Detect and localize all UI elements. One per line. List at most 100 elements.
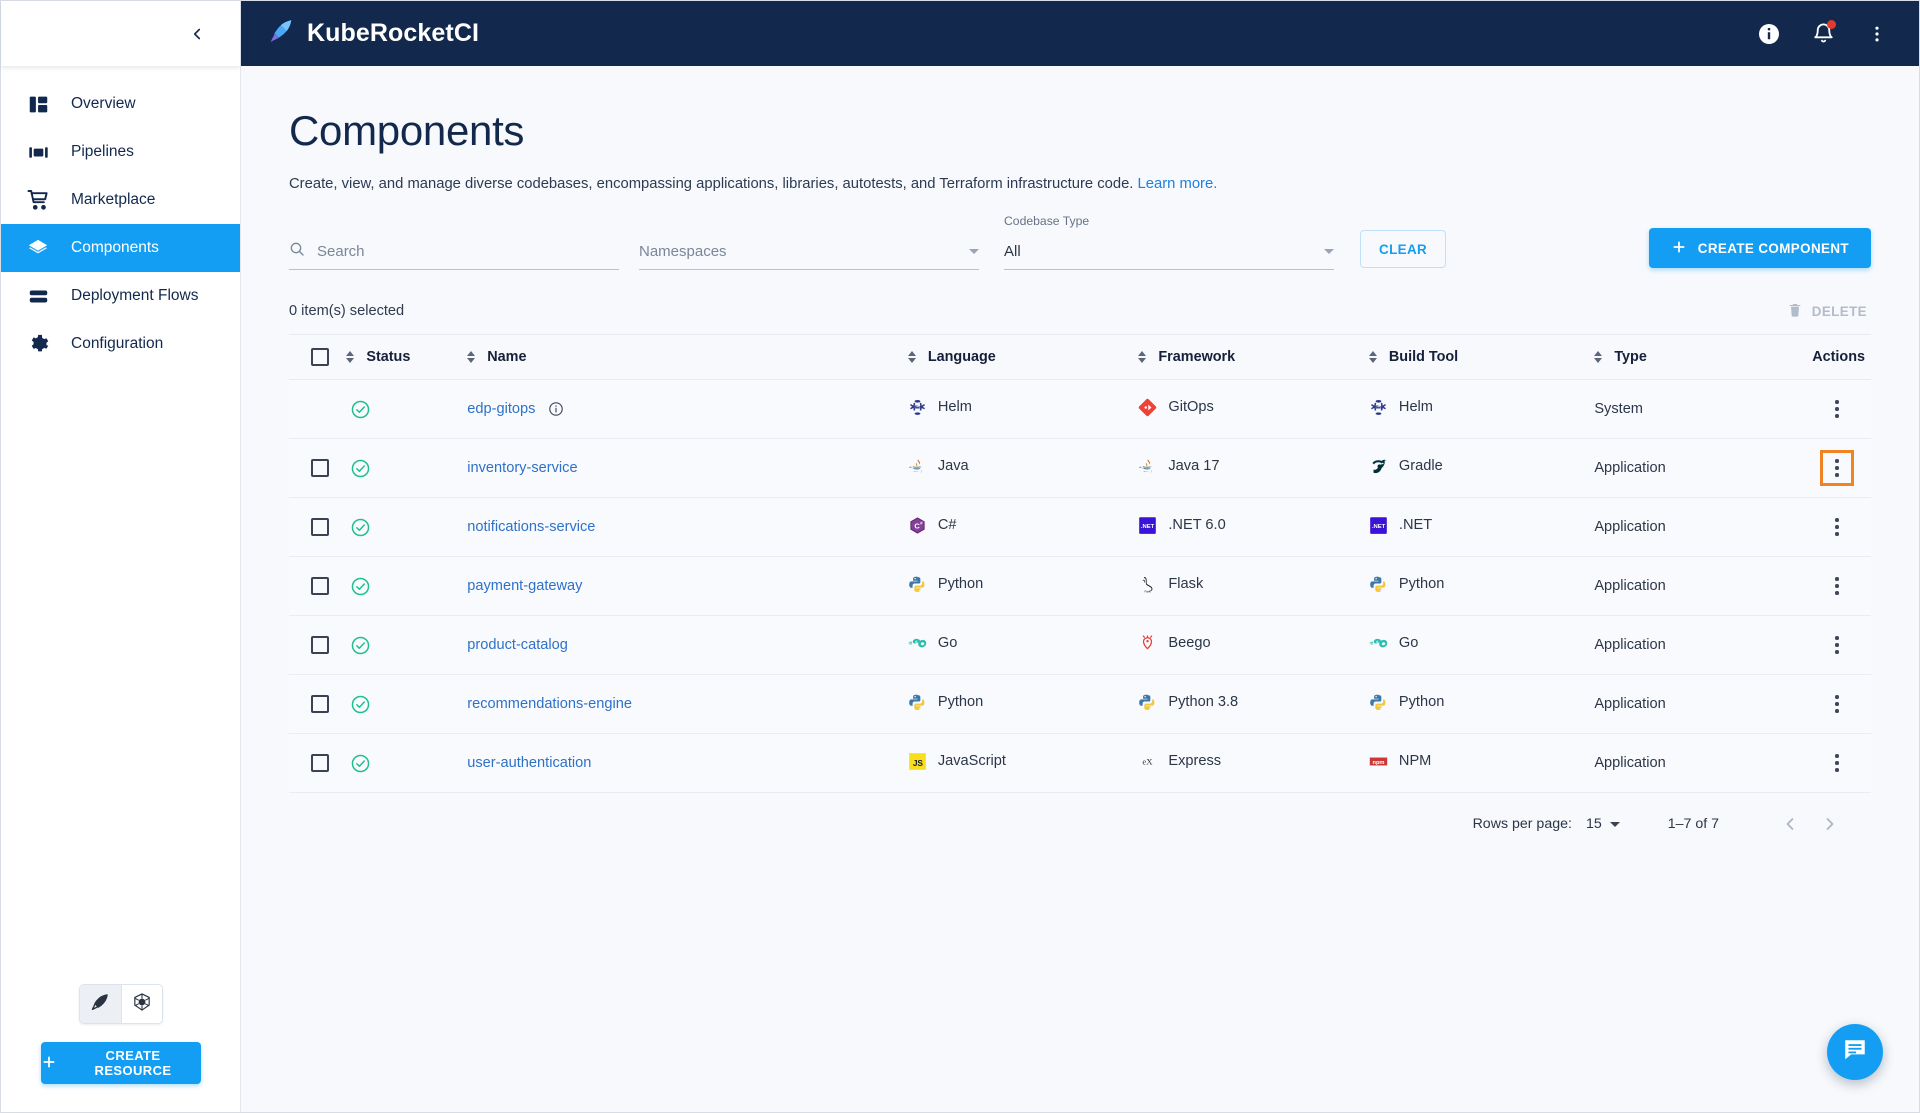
svg-text:npm: npm <box>1372 760 1384 766</box>
sidebar-item-deployment-flows[interactable]: Deployment Flows <box>1 272 240 320</box>
th-select-all <box>289 334 347 381</box>
page-content: Components Create, view, and manage dive… <box>241 66 1919 1112</box>
build-tool-cell-label: .NET <box>1398 517 1433 534</box>
sort-icon[interactable] <box>1368 351 1377 364</box>
create-component-button[interactable]: CREATE COMPONENT <box>1648 228 1871 269</box>
toggle-kubernetes-view[interactable] <box>120 985 162 1023</box>
chevron-down-icon <box>969 249 979 255</box>
sidebar-collapse-button[interactable] <box>184 21 210 47</box>
clear-filters-button[interactable]: CLEAR <box>1360 230 1447 269</box>
language-cell-label: Python <box>937 576 984 593</box>
th-type[interactable]: Type <box>1594 334 1769 381</box>
sort-icon[interactable] <box>346 351 355 364</box>
component-name-link[interactable]: user-authentication <box>467 755 591 771</box>
framework-cell-label: .NET 6.0 <box>1168 517 1226 534</box>
chat-fab-button[interactable] <box>1827 1024 1883 1080</box>
rows-per-page-select[interactable]: 15 <box>1586 816 1620 832</box>
name-cell: user-authentication <box>467 733 908 794</box>
search-field[interactable]: Search <box>289 234 619 271</box>
brand[interactable]: KubeRocketCI <box>267 17 479 50</box>
row-checkbox[interactable] <box>311 695 329 714</box>
row-checkbox[interactable] <box>311 636 329 655</box>
th-framework[interactable]: Framework <box>1138 334 1369 381</box>
row-actions-menu-button[interactable] <box>1825 514 1849 540</box>
th-name[interactable]: Name <box>467 334 908 381</box>
select-all-checkbox[interactable] <box>311 348 329 367</box>
toggle-kuberocketci-view[interactable] <box>79 985 121 1023</box>
component-name-link[interactable]: product-catalog <box>467 637 568 653</box>
row-checkbox[interactable] <box>311 459 329 478</box>
vertical-dots-icon[interactable] <box>1863 20 1891 48</box>
sort-icon[interactable] <box>907 351 916 364</box>
status-cell <box>346 615 468 676</box>
type-label: Application <box>1594 578 1666 595</box>
build-tool-cell: npm NPM <box>1368 733 1595 794</box>
actions-cell <box>1768 615 1871 676</box>
component-name-link[interactable]: payment-gateway <box>467 578 582 594</box>
main-area: KubeRocketCI Components Create, view, an… <box>241 1 1919 1112</box>
row-checkbox[interactable] <box>311 518 329 537</box>
row-actions-menu-button[interactable] <box>1825 691 1849 717</box>
framework-cell: Flask Flask <box>1138 556 1369 617</box>
language-cell-label: Python <box>937 694 984 711</box>
th-actions: Actions <box>1768 334 1871 381</box>
component-name-link[interactable]: recommendations-engine <box>467 696 632 712</box>
svg-text:#: # <box>920 520 923 526</box>
pagination-next-button[interactable] <box>1813 807 1847 841</box>
th-framework-label: Framework <box>1158 349 1236 366</box>
info-circle-icon[interactable] <box>548 401 564 417</box>
helm-icon: HELM <box>1369 398 1388 417</box>
topbar: KubeRocketCI <box>241 1 1919 66</box>
row-actions-menu-button[interactable] <box>1825 750 1849 776</box>
row-actions-menu-button[interactable] <box>1820 450 1854 487</box>
sidebar-item-pipelines[interactable]: Pipelines <box>1 128 240 176</box>
language-cell: JS JavaScript <box>907 733 1139 794</box>
codebase-type-select[interactable]: Codebase Type All <box>1004 214 1334 271</box>
chevron-left-icon <box>193 28 201 39</box>
info-circle-icon[interactable] <box>1755 20 1783 48</box>
bulk-delete-button[interactable]: DELETE <box>1787 302 1871 321</box>
sidebar-item-overview[interactable]: Overview <box>1 80 240 128</box>
framework-cell: .NET .NET 6.0 <box>1138 497 1369 558</box>
build-tool-cell-label: Helm <box>1398 399 1433 416</box>
view-mode-toggle[interactable] <box>78 984 163 1024</box>
row-actions-menu-button[interactable] <box>1825 396 1849 422</box>
python-icon <box>1369 693 1388 712</box>
th-build-tool[interactable]: Build Tool <box>1368 334 1595 381</box>
row-checkbox[interactable] <box>311 754 329 773</box>
components-table: Status Name Language Framework Build Too… <box>289 334 1871 794</box>
namespaces-select[interactable]: Namespaces <box>639 234 979 271</box>
sidebar-item-components[interactable]: Components <box>1 224 240 272</box>
framework-cell: Java 17 <box>1138 438 1369 499</box>
chevron-left-icon <box>1786 818 1794 831</box>
type-label: Application <box>1594 460 1666 477</box>
bell-icon[interactable] <box>1809 19 1837 48</box>
pagination-prev-button[interactable] <box>1773 807 1807 841</box>
type-cell: Application <box>1594 733 1769 794</box>
sort-icon[interactable] <box>1594 351 1603 364</box>
sidebar-item-label: Deployment Flows <box>71 287 199 304</box>
check-circle-icon <box>352 695 370 713</box>
sort-icon[interactable] <box>1138 351 1147 364</box>
sidebar-item-marketplace[interactable]: Marketplace <box>1 176 240 224</box>
create-resource-button[interactable]: CREATE RESOURCE <box>40 1042 201 1084</box>
th-language[interactable]: Language <box>907 334 1139 381</box>
sidebar-item-label: Overview <box>71 95 136 112</box>
sidebar-item-configuration[interactable]: Configuration <box>1 320 240 368</box>
row-checkbox[interactable] <box>311 577 329 596</box>
component-name-link[interactable]: inventory-service <box>467 460 577 476</box>
name-cell: notifications-service <box>467 497 908 558</box>
row-actions-menu-button[interactable] <box>1825 573 1849 599</box>
check-circle-icon <box>352 518 370 536</box>
sort-icon[interactable] <box>467 351 476 364</box>
pagination-range-label: 1–7 of 7 <box>1667 816 1719 833</box>
th-status[interactable]: Status <box>346 334 468 381</box>
component-name-link[interactable]: edp-gitops <box>467 401 535 417</box>
component-name-link[interactable]: notifications-service <box>467 519 595 535</box>
svg-text:HELM: HELM <box>1373 404 1385 409</box>
chevron-down-icon <box>1609 821 1620 827</box>
learn-more-link[interactable]: Learn more. <box>1138 176 1218 192</box>
pagination: Rows per page: 15 1–7 of 7 <box>289 793 1871 855</box>
row-actions-menu-button[interactable] <box>1825 632 1849 658</box>
table-row: product-catalog Go Beego Go Application <box>289 615 1871 676</box>
